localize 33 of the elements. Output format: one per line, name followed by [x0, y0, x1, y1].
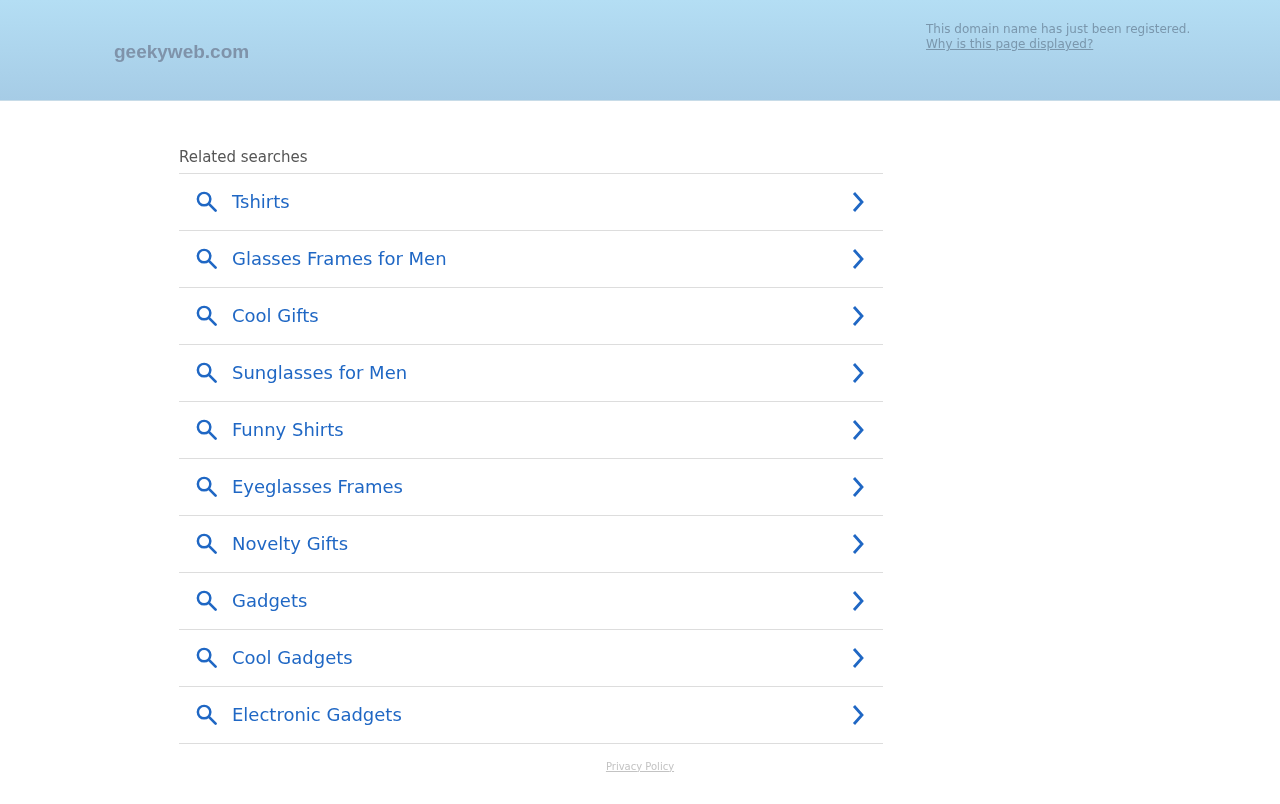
- site-logo: geekyweb.com: [114, 40, 250, 64]
- search-icon: [195, 703, 218, 726]
- search-icon: [195, 304, 218, 327]
- section-title: Related searches: [179, 147, 309, 168]
- search-link[interactable]: Novelty Gifts: [179, 515, 883, 573]
- search-icon: [195, 646, 218, 669]
- chevron-right-icon: [851, 532, 865, 555]
- chevron-right-icon: [851, 703, 865, 726]
- chevron-right-icon: [851, 247, 865, 270]
- search-icon: [195, 190, 218, 213]
- search-link[interactable]: Sunglasses for Men: [179, 344, 883, 402]
- domain-notice: This domain name has just been registered.: [926, 22, 1192, 37]
- search-link[interactable]: Eyeglasses Frames: [179, 458, 883, 516]
- search-icon: [195, 361, 218, 384]
- search-icon: [195, 532, 218, 555]
- search-icon: [195, 589, 218, 612]
- search-link[interactable]: Electronic Gadgets: [179, 686, 883, 744]
- search-link[interactable]: Funny Shirts: [179, 401, 883, 459]
- chevron-right-icon: [851, 418, 865, 441]
- chevron-right-icon: [851, 361, 865, 384]
- chevron-right-icon: [851, 304, 865, 327]
- chevron-right-icon: [851, 190, 865, 213]
- search-link[interactable]: Gadgets: [179, 572, 883, 630]
- search-link[interactable]: Cool Gifts: [179, 287, 883, 345]
- search-icon: [195, 475, 218, 498]
- chevron-right-icon: [851, 475, 865, 498]
- search-link[interactable]: Tshirts: [179, 173, 883, 231]
- chevron-right-icon: [851, 646, 865, 669]
- search-icon: [195, 247, 218, 270]
- search-link[interactable]: Glasses Frames for Men: [179, 230, 883, 288]
- search-link[interactable]: Cool Gadgets: [179, 629, 883, 687]
- search-icon: [195, 418, 218, 441]
- chevron-right-icon: [851, 589, 865, 612]
